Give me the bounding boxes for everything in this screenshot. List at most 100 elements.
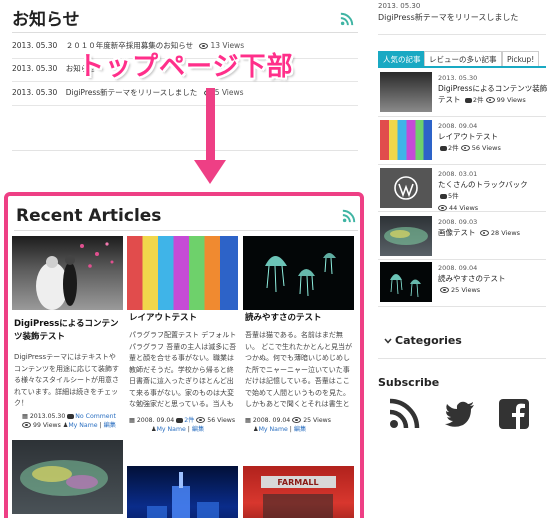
divider — [378, 358, 546, 359]
rss-icon[interactable] — [388, 398, 420, 430]
popular-thumbnail[interactable] — [380, 72, 432, 112]
article-excerpt: 吾輩は猫である。名前はまだ無い。 どこで生れたかとんと見当がつかぬ。何でも薄暗い… — [245, 331, 353, 408]
tab-underline — [378, 66, 546, 68]
chevron-down-icon — [384, 338, 392, 344]
comment-icon — [464, 97, 472, 103]
popular-title[interactable]: 読みやすさのテスト 25 Views — [438, 273, 548, 296]
article-thumbnail[interactable] — [243, 236, 354, 310]
article-edit[interactable]: 編集 — [192, 426, 204, 433]
popular-tabs: 人気の記事 レビューの多い記事 Pickup! — [378, 51, 546, 67]
news-heading: お知らせ — [12, 10, 80, 30]
divider — [12, 150, 358, 151]
annotation-arrow — [206, 88, 215, 168]
article-meta: ▦ 2013.05.30 No Comment 99 Views ♟My Nam… — [22, 413, 116, 429]
article-title[interactable]: DigiPressによるコンテンツ装飾テスト — [14, 318, 122, 344]
popular-thumbnail[interactable] — [380, 168, 432, 208]
news-views: 5 Views — [214, 88, 244, 97]
popular-thumbnail[interactable] — [380, 262, 432, 302]
comment-icon — [440, 145, 447, 151]
news-date: 2013. 05.30 — [12, 64, 58, 73]
news-date: 2013. 05.30 — [378, 2, 421, 10]
popular-title[interactable]: レイアウトテスト 2件 56 Views — [438, 131, 548, 154]
eye-icon — [460, 145, 470, 151]
popular-views: 56 Views — [471, 144, 501, 152]
popular-title-text[interactable]: たくさんのトラックバック — [438, 180, 528, 189]
subscribe-heading: Subscribe — [378, 376, 440, 389]
popular-date: 2008. 03.01 — [438, 170, 478, 178]
tab-reviews[interactable]: レビューの多い記事 — [424, 51, 502, 67]
popular-views: 99 Views — [496, 96, 526, 104]
twitter-icon[interactable] — [444, 398, 476, 430]
eye-icon — [22, 422, 32, 428]
popular-thumbnail[interactable] — [380, 120, 432, 160]
rss-icon[interactable] — [340, 12, 354, 26]
tab-popular[interactable]: 人気の記事 — [378, 51, 426, 67]
popular-item[interactable]: 2008. 09.03 画像テスト 28 Views — [378, 216, 546, 268]
divider — [12, 32, 358, 33]
popular-title[interactable]: 画像テスト 28 Views — [438, 227, 548, 239]
article-author[interactable]: My Name — [259, 426, 288, 433]
divider — [14, 230, 358, 231]
popular-thumbnail[interactable] — [380, 216, 432, 256]
divider — [378, 164, 546, 165]
popular-item[interactable]: 2008. 03.01 たくさんのトラックバック 5件 44 Views — [378, 168, 546, 220]
article-comments[interactable]: 2件 — [184, 417, 194, 424]
popular-date: 2008. 09.04 — [438, 264, 478, 272]
divider — [378, 259, 546, 260]
article-views: 25 Views — [303, 417, 331, 424]
popular-title-text[interactable]: 画像テスト — [438, 228, 476, 237]
article-views: 99 Views — [33, 422, 61, 429]
article-comments[interactable]: No Comment — [75, 413, 116, 420]
article-thumbnail[interactable] — [12, 236, 123, 310]
tractor-label: FARMALL — [277, 478, 318, 487]
article-title[interactable]: レイアウトテスト — [129, 312, 237, 325]
eye-icon — [196, 417, 206, 423]
popular-date: 2008. 09.03 — [438, 218, 478, 226]
article-meta: ▦ 2008. 09.04 2件 56 Views ♟My Name | 編集 — [129, 417, 236, 433]
page: お知らせ 2013. 05.30 ２０１０年度新卒採用募集のお知らせ 13 Vi… — [0, 0, 550, 518]
article-excerpt: パラグラフ配置テスト デフォルトパラグラフ 吾輩の主人は滅多に吾輩と顔を合せる事… — [129, 331, 237, 408]
categories-label: Categories — [395, 334, 462, 347]
news-item[interactable]: 2013. 05.30 DigiPress新テーマをリリースしました 5 Vie… — [12, 82, 358, 106]
article-thumbnail[interactable] — [127, 236, 238, 310]
article-date: 2008. 09.04 — [252, 417, 291, 424]
popular-title[interactable]: たくさんのトラックバック 5件 44 Views — [438, 179, 548, 214]
divider — [378, 306, 546, 307]
eye-icon — [485, 97, 495, 103]
comment-icon — [67, 413, 75, 419]
popular-title-text[interactable]: 読みやすさのテスト — [438, 274, 506, 283]
divider — [378, 34, 546, 35]
sidebar-news-link[interactable]: DigiPress新テーマをリリースしました — [378, 12, 518, 23]
popular-views: 28 Views — [490, 229, 521, 237]
article-thumbnail[interactable] — [12, 440, 123, 514]
article-date: 2008. 09.04 — [136, 417, 175, 424]
categories-toggle[interactable]: Categories — [384, 334, 462, 347]
article-edit[interactable]: 編集 — [104, 422, 116, 429]
divider — [378, 116, 546, 117]
popular-comments: 2件 — [472, 96, 484, 104]
recent-articles-heading: Recent Articles — [16, 206, 162, 226]
article-meta: ▦ 2008. 09.04 25 Views ♟My Name | 編集 — [245, 417, 331, 433]
popular-title-text[interactable]: レイアウトテスト — [438, 132, 498, 141]
tab-pickup[interactable]: Pickup! — [502, 51, 540, 67]
divider — [378, 211, 546, 212]
article-edit[interactable]: 編集 — [294, 426, 306, 433]
comment-icon — [440, 193, 447, 199]
annotation-arrow-head — [194, 160, 226, 184]
eye-icon — [292, 417, 302, 423]
article-author[interactable]: My Name — [68, 422, 97, 429]
popular-title[interactable]: DigiPressによるコンテンツ装飾テスト 2件 99 Views — [438, 83, 548, 106]
popular-comments: 5件 — [448, 192, 459, 200]
popular-comments: 2件 — [448, 144, 459, 152]
popular-views: 25 Views — [451, 286, 481, 294]
news-link[interactable]: DigiPress新テーマをリリースしました — [66, 82, 198, 104]
article-author[interactable]: My Name — [157, 426, 186, 433]
article-views: 56 Views — [207, 417, 236, 424]
rss-icon[interactable] — [342, 209, 356, 223]
article-title[interactable]: 読みやすさのテスト — [245, 312, 353, 325]
article-thumbnail[interactable]: FARMALL — [243, 466, 354, 518]
recent-articles-section: Recent Articles DigiPressによるコンテンツ装飾テスト D… — [4, 192, 364, 518]
facebook-icon[interactable] — [498, 398, 530, 430]
article-thumbnail[interactable] — [127, 466, 238, 518]
popular-date: 2008. 09.04 — [438, 122, 478, 130]
